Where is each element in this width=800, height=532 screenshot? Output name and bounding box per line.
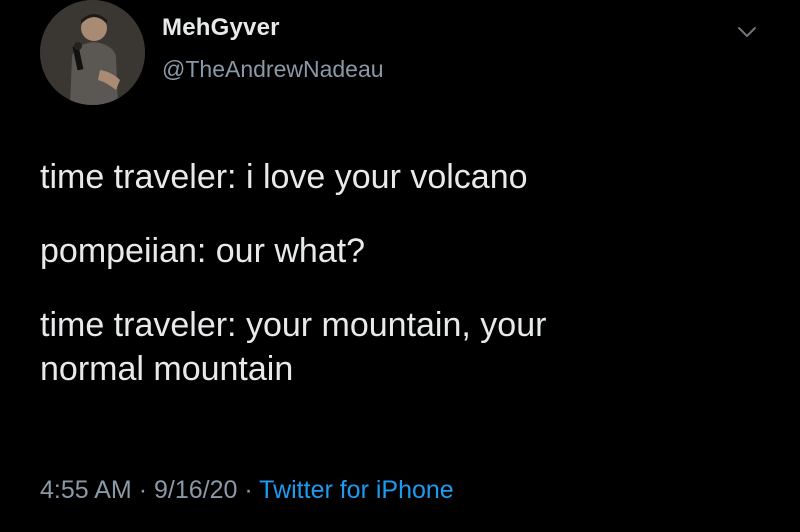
tweet-line: time traveler: i love your volcano	[40, 158, 528, 196]
tweet-text: time traveler: i love your volcano pompe…	[40, 155, 760, 391]
separator-dot: ·	[244, 476, 253, 504]
user-handle[interactable]: @TheAndrewNadeau	[162, 56, 384, 83]
avatar-image	[40, 0, 145, 105]
tweet-time[interactable]: 4:55 AM	[40, 476, 132, 504]
display-name[interactable]: MehGyver	[162, 14, 280, 42]
tweet-line: normal mountain	[40, 350, 294, 388]
avatar[interactable]	[40, 0, 145, 105]
tweet-date[interactable]: 9/16/20	[154, 476, 237, 504]
tweet-line: time traveler: your mountain, your	[40, 306, 547, 344]
tweet-source-link[interactable]: Twitter for iPhone	[259, 476, 454, 504]
chevron-down-icon[interactable]	[736, 24, 758, 40]
tweet-metadata: 4:55 AM · 9/16/20 · Twitter for iPhone	[40, 476, 454, 505]
tweet-card: MehGyver @TheAndrewNadeau time traveler:…	[0, 0, 800, 532]
tweet-line: pompeiian: our what?	[40, 232, 366, 270]
separator-dot: ·	[138, 476, 148, 504]
